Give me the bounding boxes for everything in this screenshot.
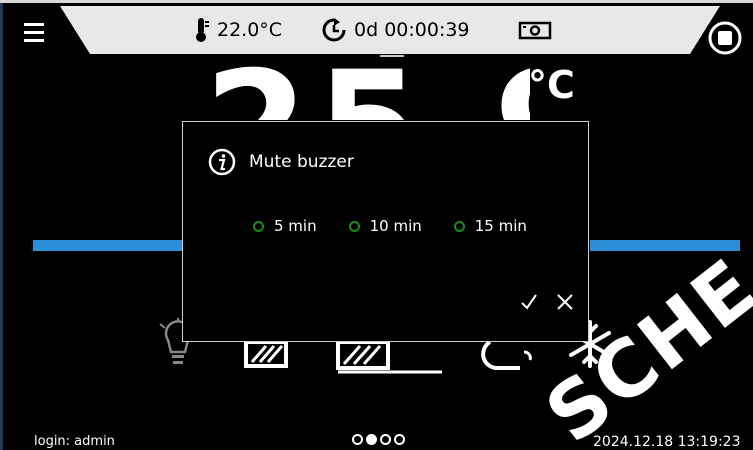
option-label: 5 min bbox=[274, 217, 317, 235]
page-dot[interactable] bbox=[394, 434, 405, 445]
temperature-bar-left bbox=[33, 240, 183, 251]
confirm-button[interactable] bbox=[519, 292, 539, 312]
big-temperature-display: 25.9 bbox=[200, 40, 530, 120]
dialog-title: Mute buzzer bbox=[249, 152, 354, 172]
option-label: 10 min bbox=[369, 217, 422, 235]
camera-icon bbox=[518, 21, 552, 40]
menu-line bbox=[24, 39, 44, 42]
login-status[interactable]: login: admin bbox=[34, 434, 115, 450]
option-15-min[interactable]: 15 min bbox=[453, 217, 527, 235]
radio-button[interactable] bbox=[453, 220, 465, 232]
heater-icon bbox=[244, 340, 288, 368]
chamber-icon bbox=[336, 340, 442, 374]
page-dot[interactable] bbox=[380, 434, 391, 445]
cancel-button[interactable] bbox=[555, 292, 575, 312]
timer-value: 0d 00:00:39 bbox=[354, 19, 470, 41]
menu-line bbox=[24, 31, 44, 34]
option-10-min[interactable]: 10 min bbox=[348, 217, 422, 235]
duration-options: 5 min 10 min 15 min bbox=[253, 217, 527, 235]
option-5-min[interactable]: 5 min bbox=[253, 217, 317, 235]
radio-button[interactable] bbox=[348, 220, 360, 232]
stop-button[interactable] bbox=[708, 21, 742, 55]
option-label: 15 min bbox=[474, 217, 527, 235]
clock-timer-icon bbox=[322, 18, 346, 42]
close-icon bbox=[557, 294, 573, 310]
left-edge-line bbox=[0, 0, 3, 450]
page-dot[interactable] bbox=[352, 434, 363, 445]
datetime: 2024.12.18 13:19:23 bbox=[593, 434, 741, 450]
check-icon bbox=[521, 294, 537, 310]
info-icon bbox=[208, 148, 236, 176]
page-dot[interactable] bbox=[366, 434, 377, 445]
mute-buzzer-dialog: Mute buzzer 5 min 10 min 15 min bbox=[182, 121, 589, 342]
temperature-unit: °C bbox=[528, 63, 575, 107]
page-indicator bbox=[352, 434, 405, 445]
menu-line bbox=[24, 23, 44, 26]
temperature-value: 22.0°C bbox=[217, 19, 283, 41]
menu-button[interactable] bbox=[24, 23, 46, 47]
radio-button[interactable] bbox=[253, 220, 264, 232]
big-temperature-value: 25.9 bbox=[204, 52, 530, 120]
